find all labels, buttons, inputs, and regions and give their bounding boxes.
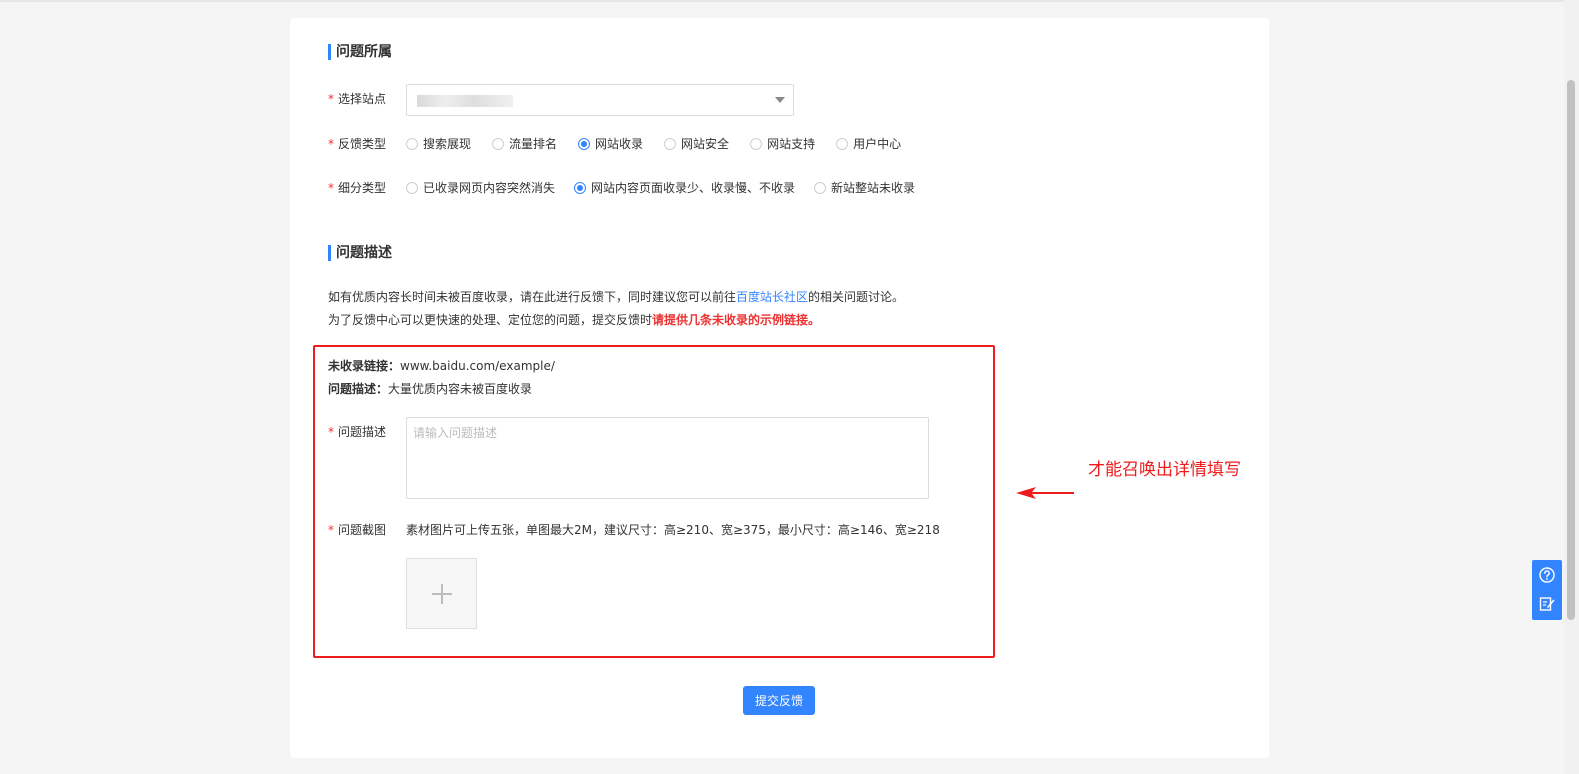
radio-dot (406, 138, 418, 150)
top-divider (0, 0, 1579, 2)
radio-site-security[interactable]: 网站安全 (664, 136, 729, 152)
intro-line-2: 为了反馈中心可以更快速的处理、定位您的问题，提交反馈时请提供几条未收录的示例链接… (328, 312, 820, 328)
radio-label: 已收录网页内容突然消失 (423, 181, 556, 195)
section-title-description: 问题描述 (328, 245, 392, 261)
radio-dot (664, 138, 677, 150)
intro-text: 为了反馈中心可以更快速的处理、定位您的问题，提交反馈时 (328, 313, 653, 327)
radio-label: 用户中心 (853, 137, 902, 151)
radio-label: 新站整站未收录 (831, 181, 916, 195)
radio-label: 网站内容页面收录少、收录慢、不收录 (591, 181, 796, 195)
radio-content-disappeared[interactable]: 已收录网页内容突然消失 (406, 180, 555, 196)
site-select-value-blurred (417, 95, 513, 107)
annotation-highlight-frame (313, 345, 995, 658)
radio-dot (814, 182, 827, 194)
sub-type-label: * 细分类型 (328, 180, 386, 196)
feedback-edit-icon[interactable] (1539, 596, 1555, 612)
radio-dot (750, 138, 763, 150)
radio-site-support[interactable]: 网站支持 (750, 136, 815, 152)
radio-few-indexed[interactable]: 网站内容页面收录少、收录慢、不收录 (574, 180, 795, 196)
intro-text: 如有优质内容长时间未被百度收录，请在此进行反馈下，同时建议您可以前往 (328, 290, 737, 304)
community-link[interactable]: 百度站长社区 (736, 290, 808, 304)
feedback-type-group: 搜索展现 流量排名 网站收录 网站安全 网站支持 用户中心 (406, 136, 901, 152)
annotation-text: 才能召唤出详情填写 (1088, 460, 1241, 480)
radio-label: 网站收录 (595, 137, 644, 151)
radio-dot (836, 138, 849, 150)
side-toolbar (1532, 560, 1562, 620)
intro-warning: 请提供几条未收录的示例链接。 (652, 313, 821, 327)
required-star: * (328, 181, 334, 195)
site-select[interactable] (406, 84, 794, 116)
scrollbar-thumb[interactable] (1567, 80, 1575, 620)
radio-dot (578, 138, 591, 150)
site-label: * 选择站点 (328, 91, 386, 107)
radio-dot (406, 182, 418, 194)
annotation-arrow-icon (1016, 487, 1074, 499)
submit-feedback-button[interactable]: 提交反馈 (743, 686, 815, 715)
radio-label: 搜索展现 (423, 137, 472, 151)
page-scrollbar[interactable] (1564, 0, 1579, 774)
radio-dot (574, 182, 587, 194)
site-label-text: 选择站点 (338, 92, 387, 106)
required-star: * (328, 92, 334, 106)
section-title-ownership: 问题所属 (328, 44, 392, 60)
radio-search-display[interactable]: 搜索展现 (406, 136, 471, 152)
feedback-form-card: 问题所属 * 选择站点 * 反馈类型 搜索展现 流量排名 网站收录 网站安全 网站支… (290, 18, 1269, 758)
feedback-type-label-text: 反馈类型 (338, 137, 387, 151)
radio-label: 流量排名 (509, 137, 558, 151)
radio-label: 网站支持 (767, 137, 816, 151)
intro-text: 的相关问题讨论。 (808, 290, 905, 304)
radio-label: 网站安全 (681, 137, 730, 151)
feedback-type-label: * 反馈类型 (328, 136, 386, 152)
required-star: * (328, 137, 334, 151)
intro-line-1: 如有优质内容长时间未被百度收录，请在此进行反馈下，同时建议您可以前往百度站长社区… (328, 289, 904, 305)
sub-type-group: 已收录网页内容突然消失 网站内容页面收录少、收录慢、不收录 新站整站未收录 (406, 180, 915, 196)
radio-traffic-rank[interactable]: 流量排名 (492, 136, 557, 152)
radio-site-indexing[interactable]: 网站收录 (578, 136, 643, 152)
radio-dot (492, 138, 505, 150)
radio-user-center[interactable]: 用户中心 (836, 136, 901, 152)
chevron-down-icon (775, 97, 785, 103)
help-icon[interactable] (1539, 567, 1555, 583)
sub-type-label-text: 细分类型 (338, 181, 387, 195)
radio-new-site-not-indexed[interactable]: 新站整站未收录 (814, 180, 915, 196)
